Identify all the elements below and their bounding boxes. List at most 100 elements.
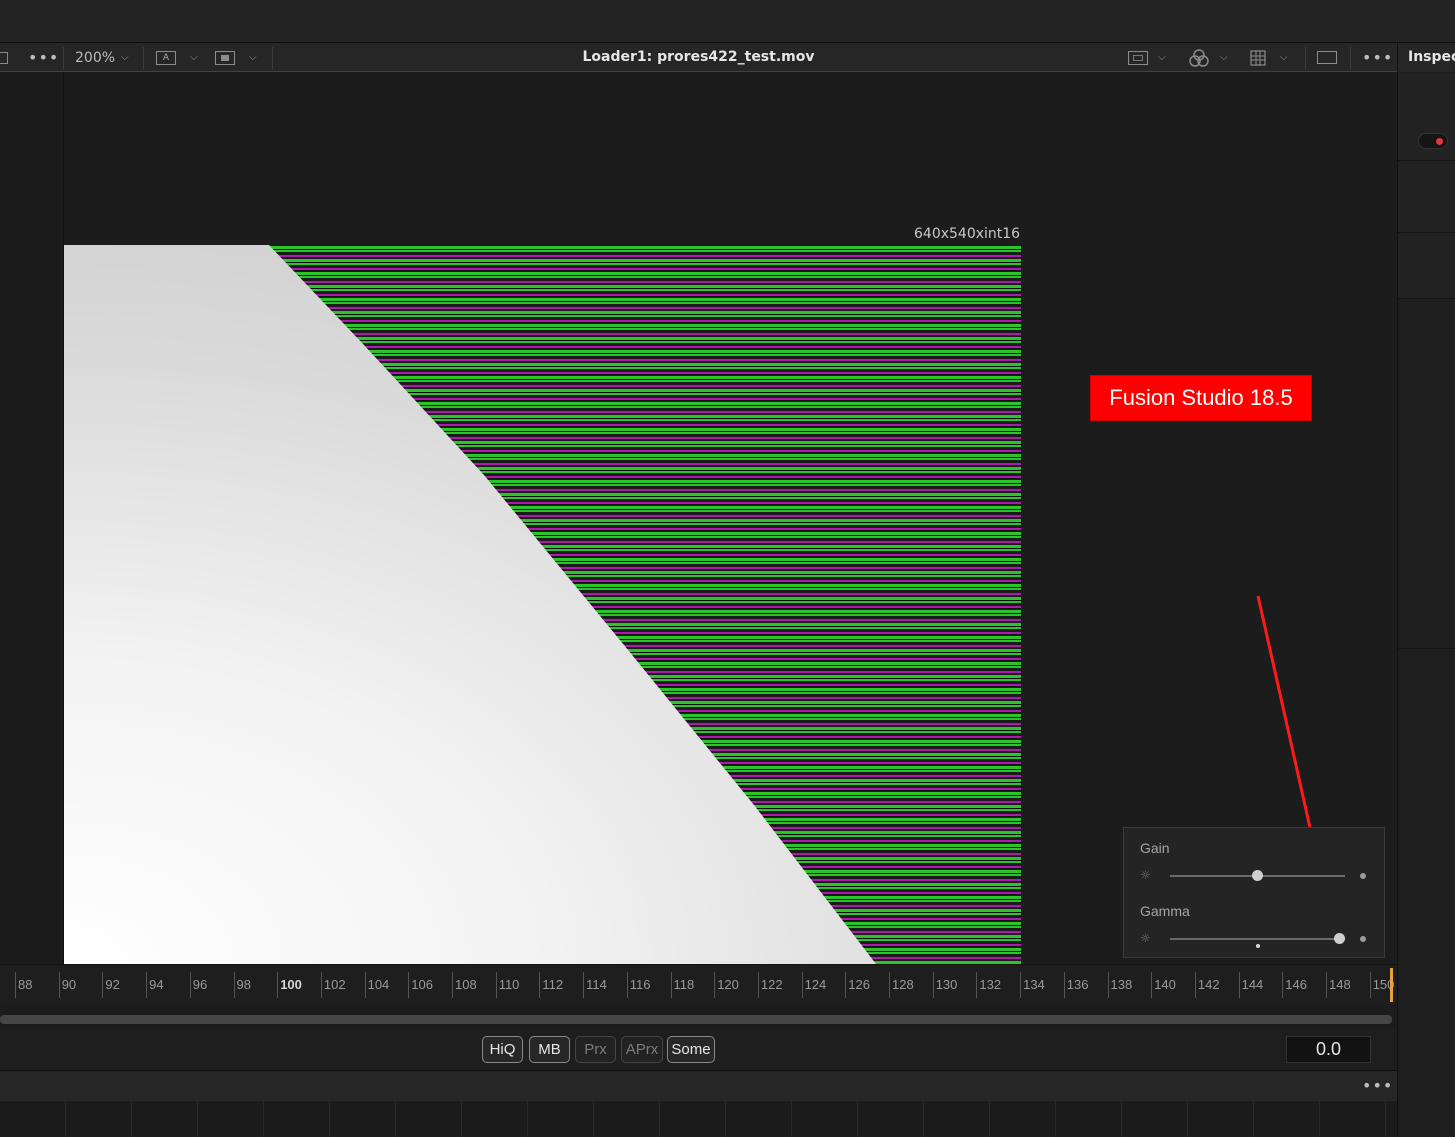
- ruler-tick-label: 110: [498, 977, 520, 992]
- chevron-down-icon: ⌵: [1280, 52, 1288, 63]
- timeline-scrollbar[interactable]: [0, 1015, 1392, 1024]
- playhead[interactable]: [1390, 968, 1393, 1002]
- ruler-tick-label: 88: [18, 977, 33, 992]
- gamma-slider[interactable]: [1170, 933, 1345, 948]
- inspector-title[interactable]: Inspector: [1398, 43, 1455, 72]
- viewer-image[interactable]: [64, 245, 1021, 964]
- ruler-tick-label: 116: [629, 977, 651, 992]
- ruler-tick: [670, 972, 672, 998]
- ruler-tick-label: 96: [192, 977, 208, 992]
- ruler-tick: [1151, 972, 1153, 998]
- brightness-icon: ☼: [1140, 868, 1151, 882]
- top-bar: [0, 0, 1455, 43]
- ruler-tick: [320, 972, 322, 998]
- ruler-tick: [102, 972, 104, 998]
- prx-button[interactable]: Prx: [575, 1036, 616, 1063]
- grid-icon: [1250, 49, 1266, 66]
- ruler-tick-label: 94: [149, 977, 164, 992]
- toggle-indicator-icon: [1436, 138, 1443, 145]
- chevron-down-icon: ⌵: [1220, 52, 1228, 63]
- channels-dropdown[interactable]: ⌵: [1188, 43, 1228, 72]
- ruler-tick-label: 106: [411, 977, 433, 992]
- color-channels-icon: [1189, 48, 1209, 67]
- ruler-tick: [495, 972, 497, 998]
- guides-dropdown[interactable]: ⌵: [1250, 43, 1288, 72]
- ruler-tick: [233, 972, 235, 998]
- brightness-icon: ☼: [1140, 931, 1151, 945]
- ruler-tick: [714, 972, 716, 998]
- left-panel: [0, 72, 64, 964]
- gamma-label: Gamma: [1140, 903, 1190, 919]
- chevron-down-icon: ⌵: [1158, 52, 1166, 63]
- image-artifact-stripes: [269, 245, 1021, 964]
- ruler-tick: [15, 972, 16, 998]
- viewer-more-menu[interactable]: •••: [1362, 43, 1393, 72]
- lut-dropdown[interactable]: ⌵: [1128, 43, 1166, 72]
- ruler-tick: [1282, 972, 1284, 998]
- ruler-tick: [801, 972, 803, 998]
- ruler-tick-label: 144: [1241, 977, 1264, 992]
- ruler-tick-label: 146: [1285, 977, 1307, 992]
- node-more-menu[interactable]: •••: [1362, 1076, 1393, 1095]
- gain-reset-icon[interactable]: [1360, 873, 1366, 879]
- gamma-default-marker: [1256, 944, 1260, 948]
- ruler-tick: [757, 972, 759, 998]
- ruler-tick: [1326, 972, 1327, 998]
- hiq-button[interactable]: HiQ: [482, 1036, 523, 1063]
- ruler-tick-label: 132: [979, 977, 1002, 992]
- ruler-tick-label: 100: [280, 977, 302, 992]
- ruler-tick-label: 122: [760, 977, 783, 992]
- divider: [1350, 47, 1351, 69]
- ruler-tick-label: 118: [673, 977, 695, 992]
- current-time-field[interactable]: 0.0: [1286, 1036, 1371, 1063]
- divider: [1305, 47, 1306, 69]
- gain-slider[interactable]: [1170, 870, 1345, 881]
- ruler-tick-label: 134: [1023, 977, 1045, 992]
- ruler-tick: [364, 972, 366, 998]
- more-icon: •••: [1362, 1076, 1394, 1095]
- image-resolution-label: 640x540xint16: [914, 226, 1021, 242]
- version-badge: Fusion Studio 18.5: [1090, 375, 1312, 421]
- ruler-tick: [277, 972, 279, 998]
- ruler-tick: [1194, 972, 1196, 998]
- ruler-tick-label: 102: [323, 977, 346, 992]
- ruler-tick-label: 138: [1110, 977, 1133, 992]
- ruler-tick-label: 120: [717, 977, 739, 992]
- ruler-tick: [1107, 972, 1109, 998]
- ruler-tick-label: 112: [542, 977, 564, 992]
- gamma-slider-knob[interactable]: [1334, 933, 1345, 944]
- ruler-tick: [583, 972, 585, 998]
- mb-button[interactable]: MB: [529, 1036, 570, 1063]
- inspector-panel: Inspector: [1397, 43, 1455, 1137]
- ruler-tick-label: 124: [804, 977, 827, 992]
- ruler-tick-label: 142: [1197, 977, 1220, 992]
- ruler-tick: [1020, 972, 1022, 998]
- some-button[interactable]: Some: [667, 1036, 715, 1063]
- inspector-toggle[interactable]: [1418, 133, 1448, 149]
- ruler-tick-label: 98: [236, 977, 251, 992]
- ruler-tick: [845, 972, 847, 998]
- gamma-reset-icon[interactable]: [1360, 936, 1366, 942]
- aspect-button[interactable]: [1317, 43, 1337, 72]
- inspector-section: [1398, 233, 1455, 299]
- ruler-tick: [146, 972, 148, 998]
- ruler-tick-label: 126: [848, 977, 870, 992]
- node-editor-area[interactable]: [0, 1100, 1397, 1137]
- ruler-tick-label: 90: [61, 977, 77, 992]
- ruler-tick-label: 136: [1066, 977, 1089, 992]
- inspector-section: [1398, 299, 1455, 649]
- ruler-tick: [1369, 972, 1371, 998]
- ruler-tick: [932, 972, 934, 998]
- gain-gamma-panel: Gain ☼ Gamma ☼: [1123, 827, 1385, 958]
- lut-icon: [1128, 50, 1148, 65]
- gain-slider-knob[interactable]: [1252, 870, 1263, 881]
- ruler-tick: [626, 972, 628, 998]
- gain-label: Gain: [1140, 840, 1170, 856]
- ruler-tick: [889, 972, 890, 998]
- aprx-button[interactable]: APrx: [621, 1036, 663, 1063]
- viewer-toolbar: ••• 200% ⌵ A ⌵ ⌵ Loader1: prores422_test…: [0, 43, 1397, 72]
- timeline-ruler[interactable]: 88 90 92 94 96 98 100 102 104 106 108 110 112 114 116 1…: [0, 964, 1397, 1004]
- ruler-tick: [976, 972, 978, 998]
- ruler-tick: [1238, 972, 1240, 998]
- ruler-tick-label: 128: [892, 977, 914, 992]
